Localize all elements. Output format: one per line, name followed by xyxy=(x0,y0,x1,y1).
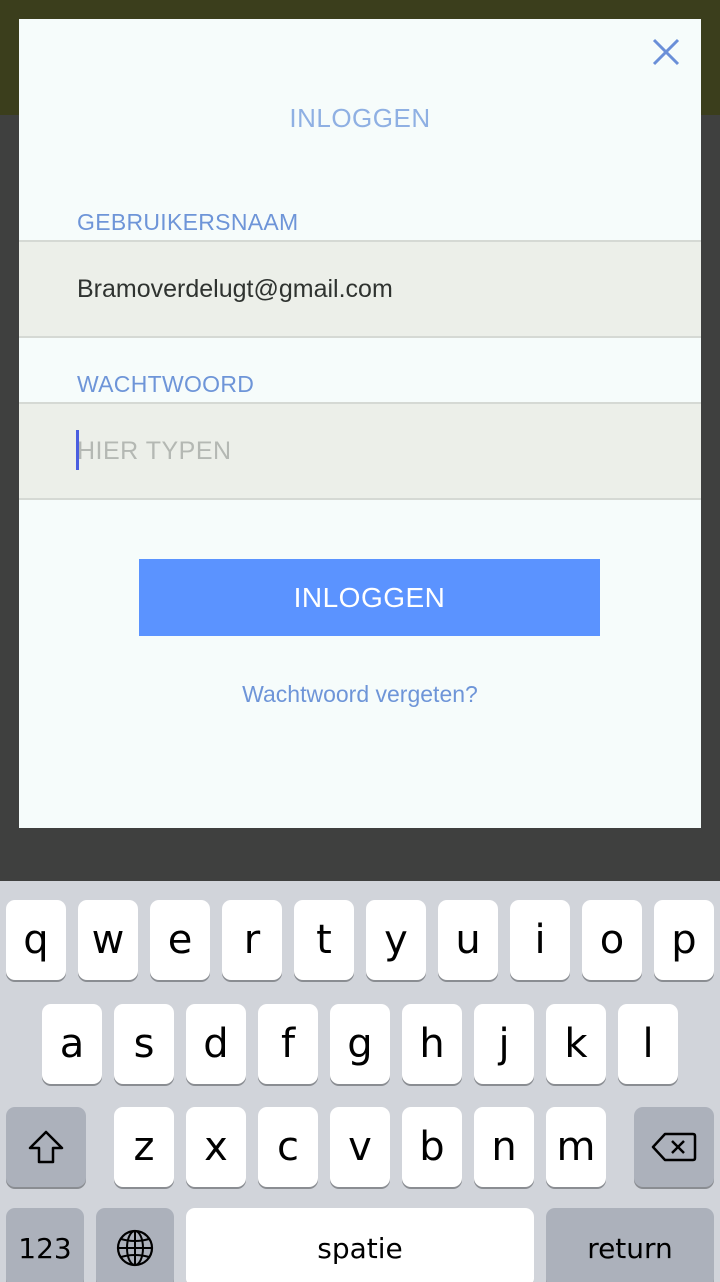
key-z[interactable]: z xyxy=(114,1107,174,1187)
key-f[interactable]: f xyxy=(258,1004,318,1084)
return-key[interactable]: return xyxy=(546,1208,714,1282)
shift-icon xyxy=(28,1130,64,1164)
space-key[interactable]: spatie xyxy=(186,1208,534,1282)
key-x[interactable]: x xyxy=(186,1107,246,1187)
key-w[interactable]: w xyxy=(78,900,138,980)
key-a[interactable]: a xyxy=(42,1004,102,1084)
key-y[interactable]: y xyxy=(366,900,426,980)
key-k[interactable]: k xyxy=(546,1004,606,1084)
key-g[interactable]: g xyxy=(330,1004,390,1084)
close-icon xyxy=(652,38,680,66)
key-b[interactable]: b xyxy=(402,1107,462,1187)
key-o[interactable]: o xyxy=(582,900,642,980)
username-input[interactable] xyxy=(77,242,677,336)
key-h[interactable]: h xyxy=(402,1004,462,1084)
key-u[interactable]: u xyxy=(438,900,498,980)
login-dialog: INLOGGEN GEBRUIKERSNAAM WACHTWOORD INLOG… xyxy=(19,19,701,828)
key-m[interactable]: m xyxy=(546,1107,606,1187)
username-field-container xyxy=(19,240,701,338)
key-v[interactable]: v xyxy=(330,1107,390,1187)
login-button[interactable]: INLOGGEN xyxy=(139,559,600,636)
backspace-key[interactable] xyxy=(634,1107,714,1187)
close-button[interactable] xyxy=(651,37,681,67)
password-label: WACHTWOORD xyxy=(77,371,255,397)
backspace-icon xyxy=(651,1132,697,1162)
key-p[interactable]: p xyxy=(654,900,714,980)
key-n[interactable]: n xyxy=(474,1107,534,1187)
forgot-password-link[interactable]: Wachtwoord vergeten? xyxy=(19,681,701,708)
shift-key[interactable] xyxy=(6,1107,86,1187)
password-input[interactable] xyxy=(77,404,677,498)
globe-key[interactable] xyxy=(96,1208,174,1282)
key-s[interactable]: s xyxy=(114,1004,174,1084)
text-caret xyxy=(76,430,79,470)
key-c[interactable]: c xyxy=(258,1107,318,1187)
key-t[interactable]: t xyxy=(294,900,354,980)
key-e[interactable]: e xyxy=(150,900,210,980)
dialog-title: INLOGGEN xyxy=(289,103,431,133)
key-r[interactable]: r xyxy=(222,900,282,980)
numbers-key[interactable]: 123 xyxy=(6,1208,84,1282)
key-l[interactable]: l xyxy=(618,1004,678,1084)
username-label: GEBRUIKERSNAAM xyxy=(77,209,299,235)
key-i[interactable]: i xyxy=(510,900,570,980)
globe-icon xyxy=(116,1229,154,1267)
key-d[interactable]: d xyxy=(186,1004,246,1084)
key-q[interactable]: q xyxy=(6,900,66,980)
password-field-container xyxy=(19,402,701,500)
key-j[interactable]: j xyxy=(474,1004,534,1084)
on-screen-keyboard: q w e r t y u i o p a s d f g h j k l z … xyxy=(0,881,720,1282)
